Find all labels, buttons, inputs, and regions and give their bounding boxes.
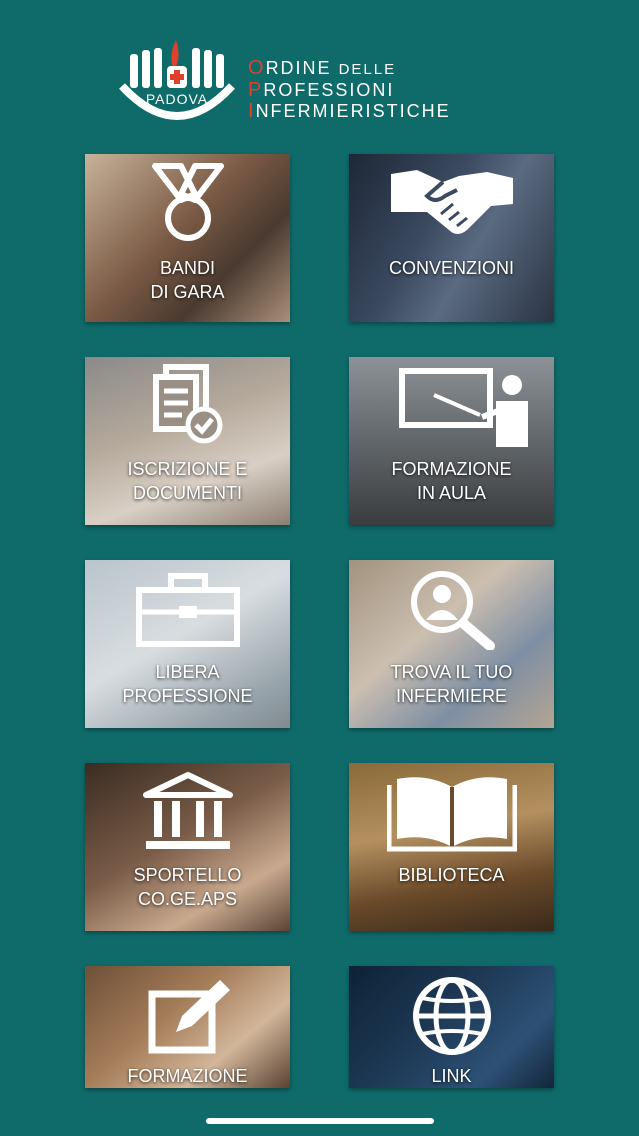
tile-libera-professione[interactable]: LIBERA PROFESSIONE <box>85 560 290 728</box>
tile-trova-il-tuo-infermiere[interactable]: TROVA IL TUO INFERMIERE <box>349 560 554 728</box>
tile-label: TROVA IL TUO INFERMIERE <box>390 662 513 706</box>
tile-link[interactable]: LINK <box>349 966 554 1088</box>
tile-label: LINK <box>431 1066 472 1086</box>
bank-icon <box>85 769 290 853</box>
tile-label: FORMAZIONE <box>127 1066 248 1086</box>
handshake-icon <box>349 160 554 240</box>
tile-label: SPORTELLO CO.GE.APS <box>133 865 242 909</box>
app-header: PADOVA ORDINE DELLE PROFESSIONI INFERMIE… <box>0 0 639 140</box>
tile-label: CONVENZIONI <box>388 258 514 278</box>
briefcase-icon <box>85 566 290 650</box>
edit-icon <box>85 972 290 1056</box>
opi-logo-icon: PADOVA <box>119 40 235 120</box>
tile-sportello-cogeaps[interactable]: SPORTELLO CO.GE.APS <box>85 763 290 931</box>
tile-convenzioni[interactable]: CONVENZIONI <box>349 154 554 322</box>
home-indicator[interactable] <box>206 1118 434 1124</box>
tile-bandi-di-gara[interactable]: BANDI DI GARA <box>85 154 290 322</box>
globe-icon <box>349 972 554 1056</box>
teacher-board-icon <box>349 363 554 447</box>
tile-label: BANDI DI GARA <box>150 258 225 302</box>
documents-check-icon <box>85 363 290 445</box>
tile-label: ISCRIZIONE E DOCUMENTI <box>127 459 248 503</box>
logo-city: PADOVA <box>146 91 208 107</box>
tile-label: FORMAZIONE IN AULA <box>391 459 512 503</box>
organization-name: ORDINE DELLE PROFESSIONI INFERMIERISTICH… <box>248 57 451 122</box>
tile-biblioteca[interactable]: BIBLIOTECA <box>349 763 554 931</box>
tile-formazione[interactable]: FORMAZIONE <box>85 966 290 1088</box>
tile-label: BIBLIOTECA <box>398 865 505 885</box>
medal-icon <box>85 160 290 244</box>
tile-label: LIBERA PROFESSIONE <box>122 662 253 706</box>
tile-iscrizione-e-documenti[interactable]: ISCRIZIONE E DOCUMENTI <box>85 357 290 525</box>
book-icon <box>349 769 554 853</box>
tile-formazione-in-aula[interactable]: FORMAZIONE IN AULA <box>349 357 554 525</box>
search-person-icon <box>349 566 554 650</box>
